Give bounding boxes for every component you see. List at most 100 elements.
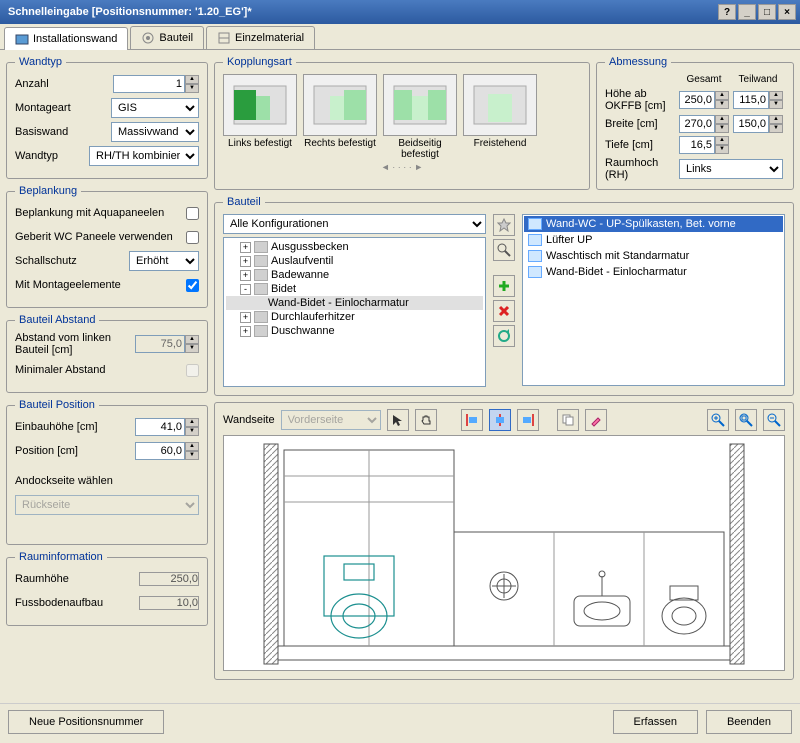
aqua-checkbox[interactable] bbox=[186, 207, 199, 220]
tree-item[interactable]: + Badewanne bbox=[226, 268, 483, 282]
color-tool[interactable] bbox=[585, 409, 607, 431]
tree-item[interactable]: +Auslaufventil bbox=[226, 254, 483, 268]
kopp-rechts[interactable]: Rechts befestigt bbox=[303, 74, 377, 160]
anzahl-input[interactable] bbox=[113, 75, 185, 93]
spin-down[interactable]: ▼ bbox=[185, 84, 199, 93]
spin-up[interactable]: ▲ bbox=[769, 91, 783, 100]
drawing-canvas[interactable] bbox=[223, 435, 785, 671]
expand-icon[interactable]: - bbox=[240, 284, 251, 295]
refresh-button[interactable] bbox=[493, 325, 515, 347]
list-item[interactable]: Wand-Bidet - Einlocharmatur bbox=[524, 264, 783, 280]
list-item[interactable]: Lüfter UP bbox=[524, 232, 783, 248]
abstand-spinner: ▲▼ bbox=[135, 335, 199, 353]
hoehe-teil-input[interactable] bbox=[733, 91, 769, 109]
spin-down[interactable]: ▼ bbox=[715, 124, 729, 133]
tiefe-input[interactable] bbox=[679, 136, 715, 154]
tree-item[interactable]: +Durchlauferhitzer bbox=[226, 310, 483, 324]
kopp-beidseitig[interactable]: Beidseitig befestigt bbox=[383, 74, 457, 160]
spin-up[interactable]: ▲ bbox=[185, 418, 199, 427]
spin-down: ▼ bbox=[185, 344, 199, 353]
spin-up[interactable]: ▲ bbox=[185, 75, 199, 84]
align-center-tool[interactable] bbox=[489, 409, 511, 431]
tree-label: Badewanne bbox=[271, 269, 329, 281]
favorite-button[interactable] bbox=[493, 214, 515, 236]
find-button[interactable] bbox=[493, 239, 515, 261]
montageart-select[interactable]: GIS bbox=[111, 98, 199, 118]
erfassen-button[interactable]: Erfassen bbox=[613, 710, 698, 734]
position-group: Bauteil Position Einbauhöhe [cm] ▲▼ Posi… bbox=[6, 399, 208, 545]
tab-bauteil[interactable]: Bauteil bbox=[130, 26, 204, 49]
spin-down[interactable]: ▼ bbox=[769, 124, 783, 133]
spin-up[interactable]: ▲ bbox=[185, 442, 199, 451]
abstand-legend: Bauteil Abstand bbox=[15, 314, 99, 326]
list-label: Wand-Bidet - Einlocharmatur bbox=[546, 266, 687, 278]
align-left-tool[interactable] bbox=[461, 409, 483, 431]
spin-down[interactable]: ▼ bbox=[185, 427, 199, 436]
pan-tool[interactable] bbox=[415, 409, 437, 431]
spin-up[interactable]: ▲ bbox=[715, 91, 729, 100]
expand-icon[interactable]: + bbox=[240, 270, 251, 281]
expand-icon[interactable]: + bbox=[240, 242, 251, 253]
tab-label: Installationswand bbox=[33, 33, 117, 45]
tree-item[interactable]: + Duschwanne bbox=[226, 324, 483, 338]
kopp-freistehend[interactable]: Freistehend bbox=[463, 74, 537, 160]
beenden-button[interactable]: Beenden bbox=[706, 710, 792, 734]
anzahl-spinner[interactable]: ▲▼ bbox=[113, 75, 199, 93]
item-icon bbox=[254, 325, 268, 337]
schall-select[interactable]: Erhöht bbox=[129, 251, 199, 271]
tree-item[interactable]: +Ausgussbecken bbox=[226, 240, 483, 254]
spin-down[interactable]: ▼ bbox=[185, 451, 199, 460]
kopp-label: Links befestigt bbox=[223, 138, 297, 149]
abmessung-legend: Abmessung bbox=[605, 56, 671, 68]
spin-up[interactable]: ▲ bbox=[769, 115, 783, 124]
anzahl-label: Anzahl bbox=[15, 78, 113, 90]
einbau-input[interactable] bbox=[135, 418, 185, 436]
delete-button[interactable] bbox=[493, 300, 515, 322]
breite-teil-input[interactable] bbox=[733, 115, 769, 133]
spin-down[interactable]: ▼ bbox=[715, 145, 729, 154]
selected-list[interactable]: Wand-WC - UP-Spülkasten, Bet. vorneLüfte… bbox=[522, 214, 785, 386]
spin-down[interactable]: ▼ bbox=[715, 100, 729, 109]
config-select[interactable]: Alle Konfigurationen bbox=[223, 214, 486, 234]
expand-icon[interactable]: + bbox=[240, 326, 251, 337]
item-icon bbox=[254, 269, 268, 281]
bauteil-tree[interactable]: +Ausgussbecken+Auslaufventil+Badewanne-B… bbox=[223, 237, 486, 387]
tab-installationswand[interactable]: Installationswand bbox=[4, 27, 128, 50]
andock-label: Andockseite wählen bbox=[15, 475, 199, 487]
copy-tool[interactable] bbox=[557, 409, 579, 431]
maximize-button[interactable]: □ bbox=[758, 4, 776, 20]
geberit-checkbox[interactable] bbox=[186, 231, 199, 244]
basiswand-select[interactable]: Massivwand bbox=[111, 122, 199, 142]
raumhoch-select[interactable]: Links bbox=[679, 159, 783, 179]
list-item[interactable]: Waschtisch mit Standarmatur bbox=[524, 248, 783, 264]
spin-up[interactable]: ▲ bbox=[715, 136, 729, 145]
component-icon bbox=[141, 31, 155, 45]
neue-position-button[interactable]: Neue Positionsnummer bbox=[8, 710, 164, 734]
kopp-links[interactable]: Links befestigt bbox=[223, 74, 297, 160]
tab-einzelmaterial[interactable]: Einzelmaterial bbox=[206, 26, 315, 49]
montage-checkbox[interactable] bbox=[186, 279, 199, 292]
breite-gesamt-input[interactable] bbox=[679, 115, 715, 133]
tree-item[interactable]: Wand-Bidet - Einlocharmatur bbox=[226, 296, 483, 310]
tree-item[interactable]: -Bidet bbox=[226, 282, 483, 296]
minimize-button[interactable]: _ bbox=[738, 4, 756, 20]
spin-up[interactable]: ▲ bbox=[715, 115, 729, 124]
kopp-label: Beidseitig befestigt bbox=[383, 138, 457, 160]
pointer-tool[interactable] bbox=[387, 409, 409, 431]
fussboden-value bbox=[139, 596, 199, 610]
expand-icon[interactable]: + bbox=[240, 312, 251, 323]
wandtyp-select[interactable]: RH/TH kombiniert bbox=[89, 146, 199, 166]
close-button[interactable]: × bbox=[778, 4, 796, 20]
spin-down[interactable]: ▼ bbox=[769, 100, 783, 109]
list-item[interactable]: Wand-WC - UP-Spülkasten, Bet. vorne bbox=[524, 216, 783, 232]
zoom-out-tool[interactable] bbox=[763, 409, 785, 431]
help-button[interactable]: ? bbox=[718, 4, 736, 20]
zoom-fit-tool[interactable] bbox=[735, 409, 757, 431]
add-button[interactable] bbox=[493, 275, 515, 297]
align-right-tool[interactable] bbox=[517, 409, 539, 431]
zoom-in-tool[interactable] bbox=[707, 409, 729, 431]
tree-label: Duschwanne bbox=[271, 325, 335, 337]
hoehe-gesamt-input[interactable] bbox=[679, 91, 715, 109]
expand-icon[interactable]: + bbox=[240, 256, 251, 267]
position-input[interactable] bbox=[135, 442, 185, 460]
